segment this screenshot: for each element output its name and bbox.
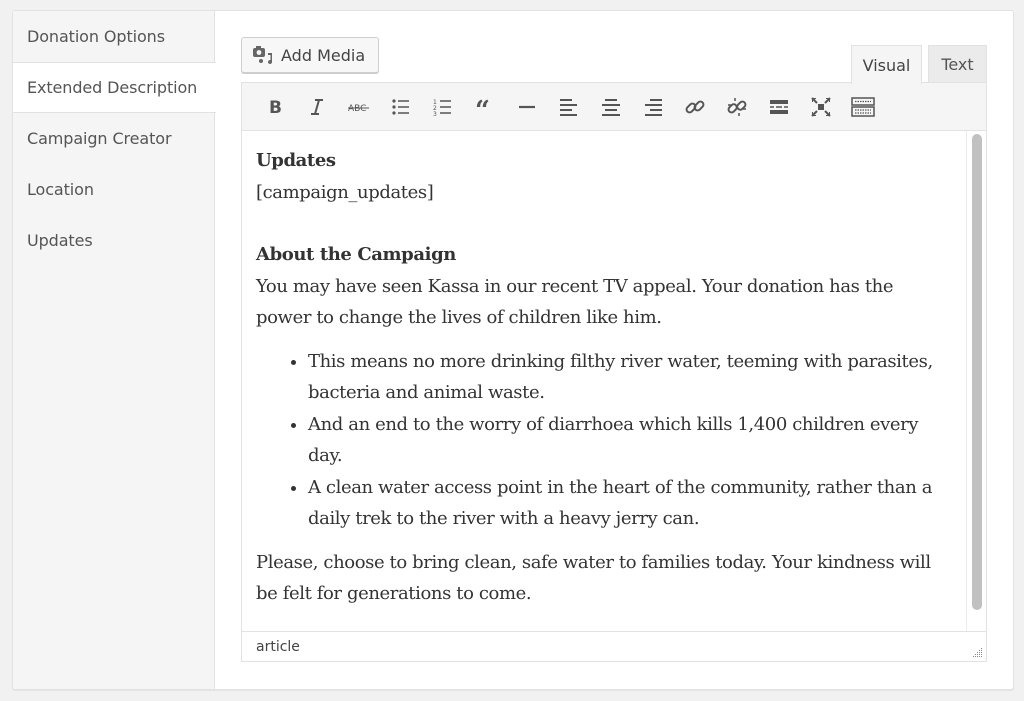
- unlink-icon: [727, 97, 747, 116]
- remove-link-button[interactable]: [716, 90, 758, 124]
- fullscreen-icon: [811, 96, 831, 117]
- editor-statusbar: article: [242, 631, 986, 661]
- toolbar-toggle-button[interactable]: [842, 90, 884, 124]
- sidebar-item-location[interactable]: Location: [13, 164, 214, 215]
- link-icon: [685, 100, 705, 113]
- sidebar-item-label: Donation Options: [27, 27, 165, 46]
- list-item: This means no more drinking filthy river…: [308, 346, 952, 409]
- numbered-list-button[interactable]: 123: [422, 90, 464, 124]
- sidebar-item-label: Extended Description: [27, 78, 198, 97]
- tab-visual-label: Visual: [862, 55, 911, 75]
- svg-text:B: B: [269, 98, 282, 117]
- updates-heading: Updates: [256, 150, 336, 171]
- benefits-list: This means no more drinking filthy river…: [256, 346, 952, 535]
- add-media-button[interactable]: Add Media: [241, 37, 379, 73]
- updates-shortcode: [campaign_updates]: [256, 181, 434, 203]
- svg-text:ABC: ABC: [348, 104, 366, 114]
- align-left-button[interactable]: [548, 90, 590, 124]
- insert-link-button[interactable]: [674, 90, 716, 124]
- scrollbar-thumb[interactable]: [972, 134, 982, 610]
- blockquote-button[interactable]: “: [464, 90, 506, 124]
- sidebar-tabs: Donation Options Extended Description Ca…: [13, 11, 216, 689]
- editor-content[interactable]: Updates [campaign_updates] About the Cam…: [242, 131, 966, 631]
- tab-text[interactable]: Text: [928, 45, 987, 83]
- bulleted-list-button[interactable]: [380, 90, 422, 124]
- bold-icon: B: [269, 98, 282, 117]
- italic-icon: [311, 98, 323, 115]
- numbered-list-icon: 123: [433, 99, 451, 117]
- add-media-icon: [253, 46, 273, 65]
- sidebar-item-label: Campaign Creator: [27, 129, 172, 148]
- intro-paragraph: You may have seen Kassa in our recent TV…: [256, 275, 894, 329]
- editor-scrollbar[interactable]: [966, 131, 986, 631]
- element-path[interactable]: article: [256, 639, 300, 655]
- blockquote-icon: “: [475, 97, 490, 117]
- closing-paragraph: Please, choose to bring clean, safe wate…: [256, 551, 931, 605]
- bulleted-list-icon: [392, 98, 409, 115]
- sidebar-item-label: Updates: [27, 231, 93, 250]
- sidebar-item-extended-description[interactable]: Extended Description: [13, 62, 216, 113]
- svg-text:“: “: [475, 97, 490, 117]
- align-right-icon: [645, 98, 662, 116]
- list-item: And an end to the worry of diarrhoea whi…: [308, 409, 952, 472]
- keyboard-icon: [851, 96, 875, 117]
- sidebar-item-label: Location: [27, 180, 94, 199]
- align-center-button[interactable]: [590, 90, 632, 124]
- rich-text-editor: B ABC 123 “ Updates [campaign_updates] A…: [241, 82, 987, 662]
- resize-handle-icon[interactable]: [971, 646, 983, 658]
- sidebar-item-campaign-creator[interactable]: Campaign Creator: [13, 113, 214, 164]
- list-item: A clean water access point in the heart …: [308, 472, 952, 535]
- fullscreen-button[interactable]: [800, 90, 842, 124]
- editor-toolbar: B ABC 123 “: [242, 83, 986, 131]
- tab-text-label: Text: [941, 55, 974, 74]
- align-left-icon: [560, 98, 577, 116]
- strikethrough-icon: ABC: [348, 104, 369, 114]
- sidebar-item-updates[interactable]: Updates: [13, 215, 214, 266]
- horizontal-line-button[interactable]: [506, 90, 548, 124]
- add-media-label: Add Media: [281, 45, 366, 65]
- align-right-button[interactable]: [632, 90, 674, 124]
- horizontal-line-icon: [519, 105, 535, 108]
- tab-visual[interactable]: Visual: [851, 45, 922, 84]
- svg-text:3: 3: [433, 111, 437, 117]
- italic-button[interactable]: [296, 90, 338, 124]
- read-more-icon: [770, 99, 788, 114]
- bold-button[interactable]: B: [254, 90, 296, 124]
- strikethrough-button[interactable]: ABC: [338, 90, 380, 124]
- about-heading: About the Campaign: [256, 244, 456, 265]
- sidebar-item-donation-options[interactable]: Donation Options: [13, 11, 214, 62]
- read-more-button[interactable]: [758, 90, 800, 124]
- align-center-icon: [602, 98, 620, 116]
- campaign-meta-panel: Donation Options Extended Description Ca…: [12, 10, 1014, 690]
